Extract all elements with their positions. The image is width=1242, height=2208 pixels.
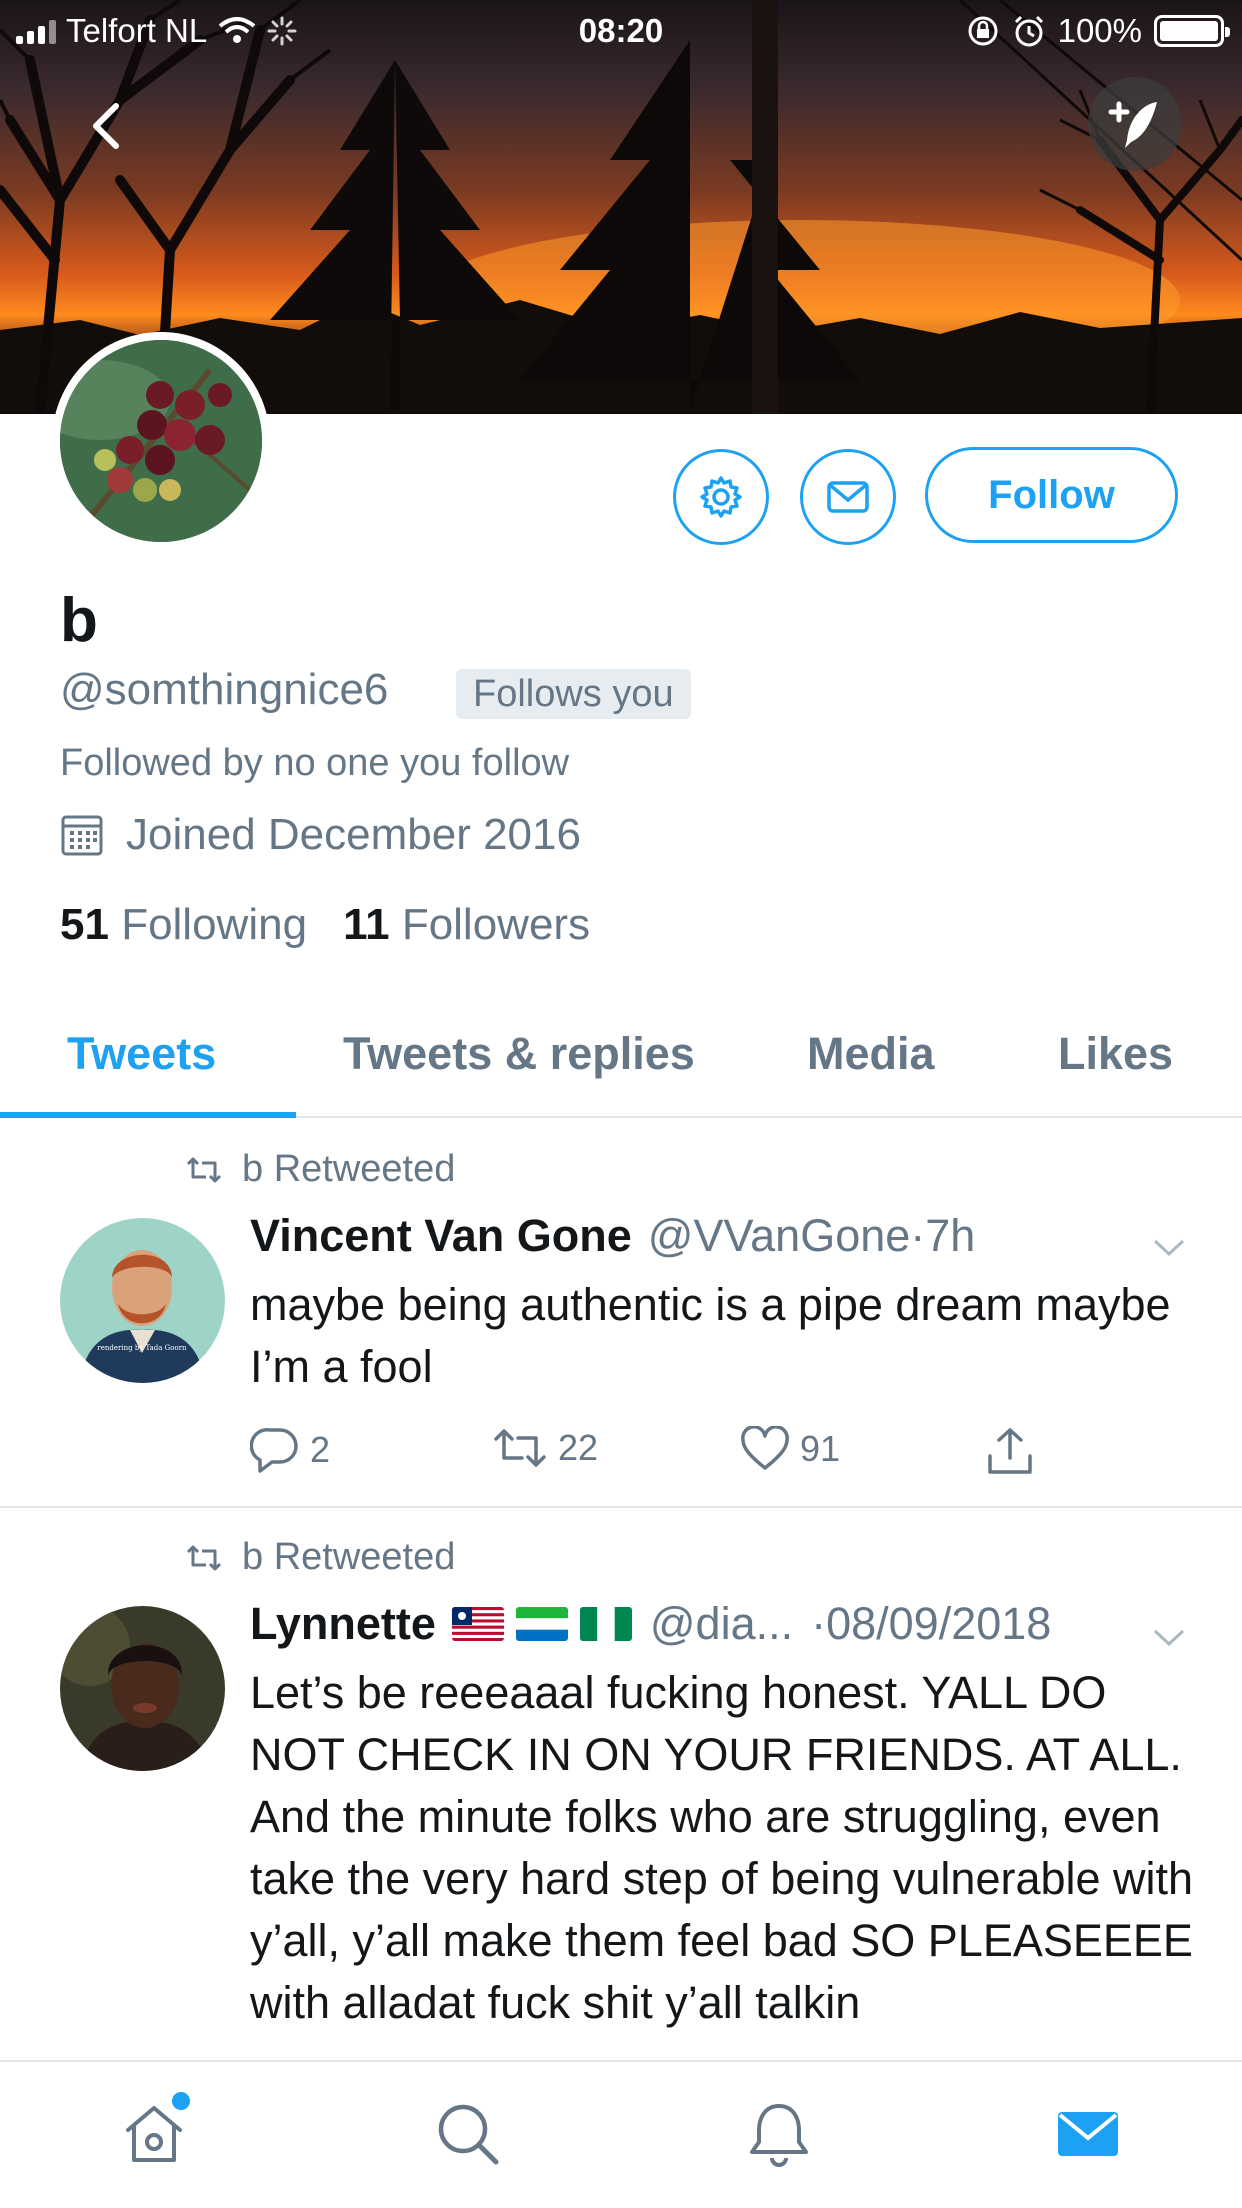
sierra-leone-flag-icon <box>515 1607 568 1641</box>
rotation-lock-icon <box>968 16 998 46</box>
retweet-context: b Retweeted <box>184 1536 455 1579</box>
tweet-time: ·08/09/2018 <box>811 1598 1052 1649</box>
joined-text: Joined December 2016 <box>126 810 581 859</box>
tweet-text: maybe being authentic is a pipe dream ma… <box>250 1279 1171 1392</box>
joined-date: Joined December 2016 <box>60 810 581 860</box>
retweeted-by-text: b Retweeted <box>242 1148 456 1190</box>
compose-tweet-button[interactable] <box>1088 77 1182 171</box>
like-count: 91 <box>800 1428 841 1469</box>
back-button[interactable] <box>78 96 138 156</box>
chevron-down-icon[interactable] <box>1152 1238 1186 1258</box>
gear-icon <box>700 476 742 518</box>
search-icon <box>438 2104 499 2165</box>
nav-notifications[interactable] <box>743 2098 815 2170</box>
profile-name: b <box>60 586 98 655</box>
tweet-avatar[interactable]: rendering by Tada Goorn <box>60 1218 225 1383</box>
tweet-author-handle: @dia... <box>649 1598 794 1649</box>
following-label: Following <box>121 900 308 949</box>
followers-link[interactable]: 11 Followers <box>343 900 590 950</box>
followers-label: Followers <box>401 900 591 949</box>
calendar-icon <box>61 815 103 856</box>
follows-you-badge: Follows you <box>456 669 691 719</box>
like-icon <box>741 1426 789 1470</box>
settings-button[interactable] <box>673 449 769 545</box>
reply-count: 2 <box>310 1429 331 1470</box>
share-icon <box>988 1428 1032 1474</box>
battery-percent: 100% <box>1057 12 1142 49</box>
profile-tabs: Tweets Tweets & replies Media Likes <box>0 1008 1242 1118</box>
profile-handle: @somthingnice6 <box>60 665 389 714</box>
tab-likes[interactable]: Likes <box>1058 1028 1173 1080</box>
tab-tweets-replies[interactable]: Tweets & replies <box>343 1028 695 1080</box>
tweet-header: Vincent Van Gone @VVanGone ·7h <box>250 1210 975 1262</box>
tweet-time: ·7h <box>910 1210 976 1261</box>
retweet-context: b Retweeted <box>184 1148 455 1191</box>
retweeted-by-text: b Retweeted <box>242 1536 456 1578</box>
reply-button[interactable]: 2 <box>250 1426 330 1474</box>
tweet-text: Let’s be reeeaaal fucking honest. YALL D… <box>250 1667 1194 2028</box>
tweet-item[interactable]: b Retweeted Lynnette @dia... ·08/09/2018… <box>0 1508 1242 2060</box>
retweet-icon <box>186 1157 222 1182</box>
avatar-caption: rendering by Tada Goorn <box>97 1344 187 1352</box>
share-button[interactable] <box>985 1426 1035 1476</box>
nav-home[interactable] <box>118 2092 190 2170</box>
tweet-header: Lynnette @dia... ·08/09/2018 <box>250 1598 1051 1650</box>
status-bar: Telfort NL 08:20 100% <box>0 0 1242 60</box>
nav-messages[interactable] <box>1052 2098 1124 2170</box>
following-link[interactable]: 51 Following <box>60 900 307 950</box>
tab-media[interactable]: Media <box>807 1028 935 1080</box>
tweet-author-name[interactable]: Lynnette <box>250 1598 436 1650</box>
retweet-icon <box>494 1429 546 1467</box>
retweet-button[interactable]: 22 <box>492 1426 598 1470</box>
compose-tweet-icon <box>1108 101 1157 148</box>
message-button[interactable] <box>800 449 896 545</box>
avatar-image <box>60 340 262 542</box>
followed-by-text: Followed by no one you follow <box>60 742 570 784</box>
messages-icon <box>1058 2112 1118 2156</box>
profile-avatar[interactable] <box>52 332 270 550</box>
retweet-count: 22 <box>558 1427 599 1468</box>
mail-icon <box>827 481 869 513</box>
tweet-author-handle: @VVanGone <box>647 1210 911 1261</box>
alarm-icon <box>1014 15 1043 47</box>
bell-icon <box>750 2104 808 2167</box>
nigeria-flag-icon <box>579 1607 632 1641</box>
tab-tweets[interactable]: Tweets <box>67 1028 216 1080</box>
van-gogh-avatar-image: rendering by Tada Goorn <box>60 1218 225 1383</box>
bottom-tab-bar <box>0 2060 1242 2208</box>
follow-counts: 51 Following 11 Followers <box>60 900 590 950</box>
liberia-flag-icon <box>451 1607 504 1641</box>
tweet-author-name[interactable]: Vincent Van Gone <box>250 1210 632 1262</box>
battery-icon <box>1154 15 1230 47</box>
follow-button[interactable]: Follow <box>925 447 1178 543</box>
like-button[interactable]: 91 <box>740 1426 840 1472</box>
reply-icon <box>250 1428 298 1473</box>
followers-count: 11 <box>343 900 390 949</box>
tweet-item[interactable]: b Retweeted rendering by Tada Goorn Vinc… <box>0 1118 1242 1508</box>
nav-search[interactable] <box>432 2098 504 2170</box>
tweet-actions: 2 22 91 <box>250 1426 1050 1478</box>
user-avatar-image <box>60 1606 225 1771</box>
following-count: 51 <box>60 900 109 949</box>
coffee-berries-image <box>60 340 262 542</box>
home-notification-dot <box>172 2092 190 2110</box>
chevron-down-icon[interactable] <box>1152 1628 1186 1648</box>
back-arrow-icon <box>93 103 119 149</box>
retweet-icon <box>186 1545 222 1570</box>
status-right: 100% <box>966 12 1230 50</box>
tweet-avatar[interactable] <box>60 1606 225 1771</box>
